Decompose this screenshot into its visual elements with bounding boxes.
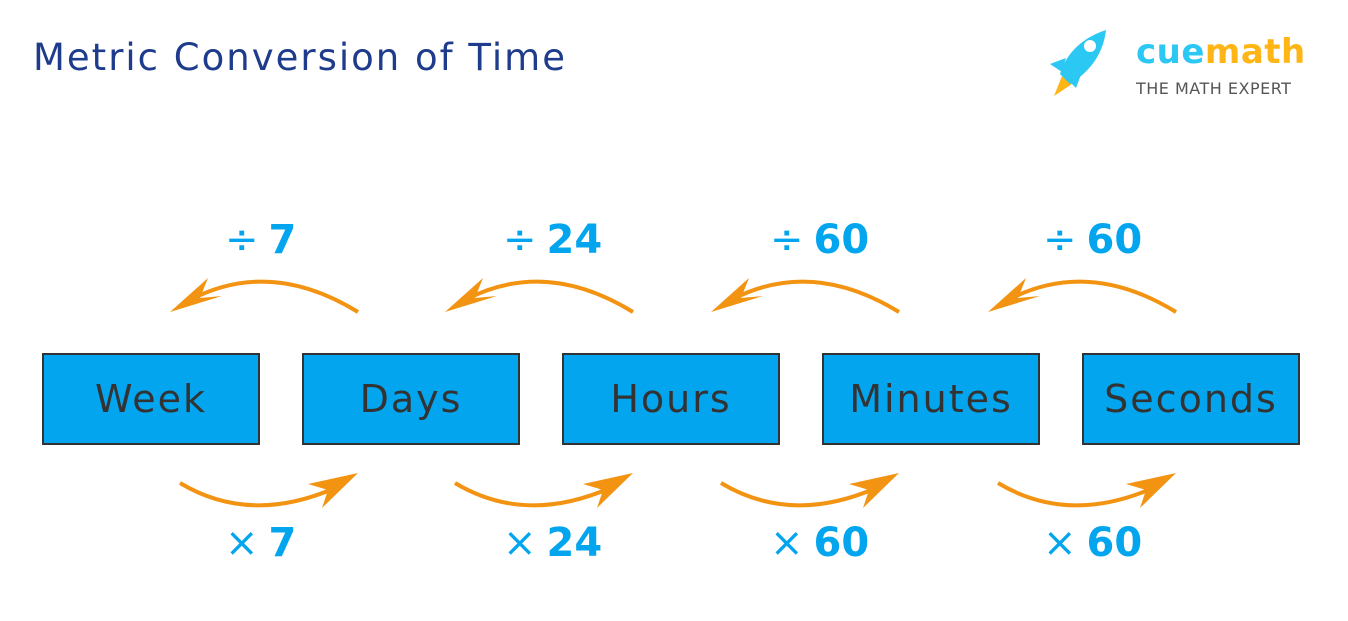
multiply-arrow [996, 481, 1154, 508]
divide-label-minutes-seconds: ÷ 60 [1043, 217, 1143, 263]
divide-label-days-hours: ÷ 24 [503, 217, 603, 263]
divide-arrowhead [711, 278, 763, 312]
multiply-arrow [453, 481, 611, 508]
divide-arrowhead [988, 278, 1040, 312]
unit-box-hours: Hours [562, 353, 780, 445]
multiply-arrowhead [849, 473, 899, 508]
unit-box-days: Days [302, 353, 520, 445]
multiply-arrowhead [1126, 473, 1176, 508]
multiply-label-days-hours: × 24 [503, 520, 603, 566]
unit-box-seconds: Seconds [1082, 353, 1300, 445]
divide-arrowhead [445, 278, 497, 312]
unit-box-week: Week [42, 353, 260, 445]
multiply-label-week-days: × 7 [225, 520, 297, 566]
divide-label-week-days: ÷ 7 [225, 217, 297, 263]
multiply-arrow [178, 481, 336, 508]
multiply-arrowhead [308, 473, 358, 508]
multiply-label-minutes-seconds: × 60 [1043, 520, 1143, 566]
multiply-arrow [719, 481, 877, 508]
multiply-label-hours-minutes: × 60 [770, 520, 870, 566]
multiply-arrowhead [583, 473, 633, 508]
divide-arrowhead [170, 278, 222, 312]
unit-box-minutes: Minutes [822, 353, 1040, 445]
divide-label-hours-minutes: ÷ 60 [770, 217, 870, 263]
conversion-arrows [170, 278, 1178, 508]
